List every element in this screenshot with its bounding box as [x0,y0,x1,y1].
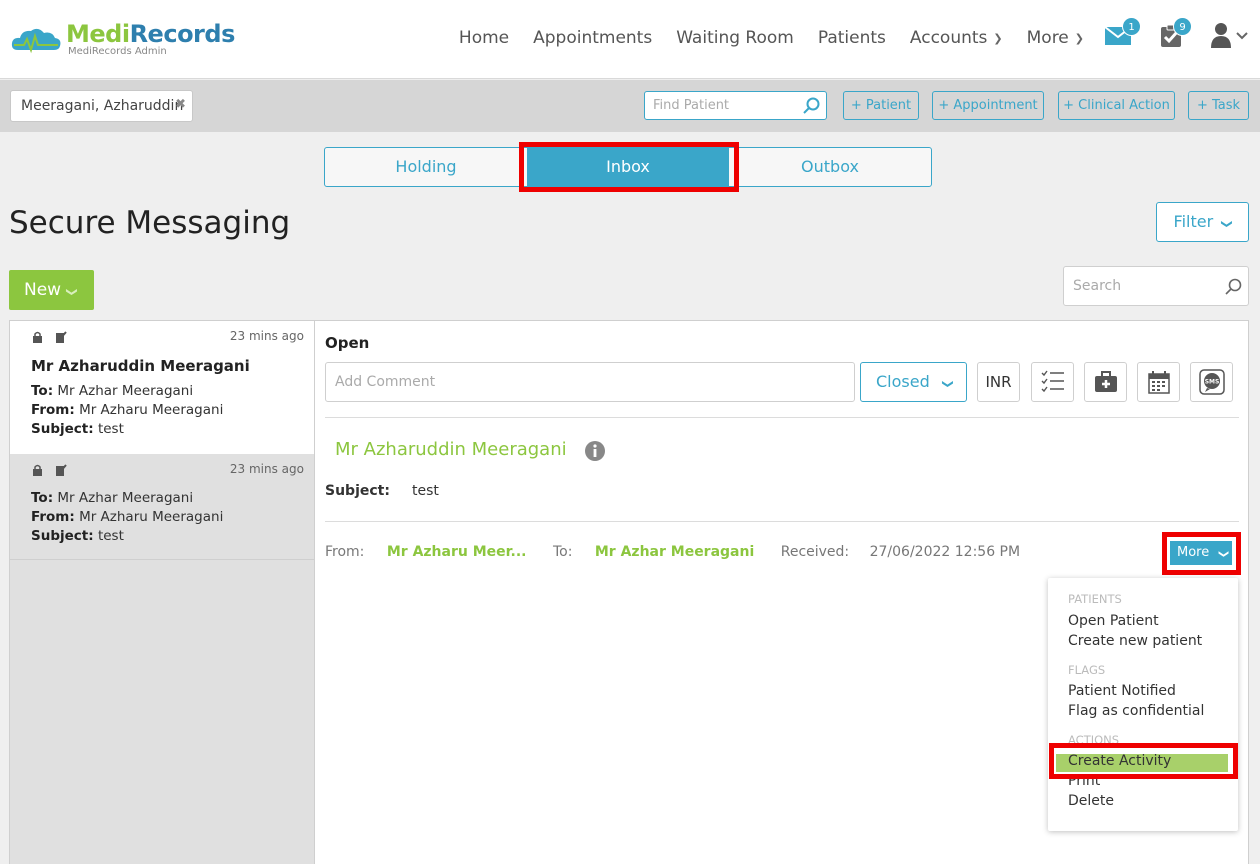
message-subject-row: Subject: test [325,483,439,499]
user-menu[interactable] [1210,22,1250,52]
menu-item-flag-confidential[interactable]: Flag as confidential [1068,703,1204,719]
filter-button[interactable]: Filter ❯ [1156,202,1249,242]
message-list-item[interactable]: 23 mins ago Mr Azharuddin Meeragani To: … [10,321,314,454]
message-to: To: Mr Azhar Meeragani [31,383,194,399]
message-subject: Subject: test [31,421,124,437]
message-from: From: Mr Azharu Meeragani [31,509,224,525]
menu-item-open-patient[interactable]: Open Patient [1068,613,1159,629]
message-subject: Subject: test [31,528,124,544]
mail-button[interactable]: 1 [1104,17,1141,50]
info-icon[interactable] [585,441,605,461]
message-sender: Mr Azharuddin Meeragani [31,357,250,375]
message-meta-row: From: Mr Azharu Meer... To: Mr Azhar Mee… [325,544,1021,560]
lock-icon [33,464,42,476]
add-task-button[interactable]: + Task [1188,91,1249,120]
tab-inbox[interactable]: Inbox [527,148,729,186]
close-icon[interactable]: ✖ [175,97,186,112]
menu-section-patients: PATIENTS [1068,592,1122,606]
mailbox-tabs: Holding Inbox Outbox [324,147,932,187]
lock-icon [33,331,42,343]
current-patient-name: Meeragani, Azharuddin [21,98,184,114]
menu-section-actions: ACTIONS [1068,733,1120,747]
message-search-field[interactable] [1063,266,1249,306]
message-to: To: Mr Azhar Meeragani [31,490,194,506]
medical-kit-icon [1094,371,1117,392]
checklist-icon [1041,370,1064,393]
menu-item-create-new-patient[interactable]: Create new patient [1068,633,1202,649]
current-patient-chip[interactable]: Meeragani, Azharuddin ✖ [10,90,193,122]
add-patient-button[interactable]: + Patient [843,91,919,120]
status-dropdown-button[interactable]: Closed ❯ [860,362,967,402]
more-actions-menu: PATIENTS Open Patient Create new patient… [1048,578,1238,831]
chevron-down-icon: ❯ [1218,549,1230,559]
cloud-logo-icon [11,28,61,53]
message-search-input[interactable] [1073,278,1223,294]
chevron-down-icon: ❯ [1074,31,1084,45]
nav-home[interactable]: Home [459,28,509,48]
sms-icon: SMS [1198,369,1225,395]
nav-appointments[interactable]: Appointments [533,28,652,48]
svg-text:SMS: SMS [1204,379,1219,386]
tasks-count-badge: 9 [1173,17,1192,36]
divider [325,417,1239,418]
divider [325,521,1239,522]
to-link[interactable]: Mr Azhar Meeragani [595,544,754,560]
calendar-button[interactable] [1137,362,1180,402]
nav-waiting-room[interactable]: Waiting Room [676,28,794,48]
message-from: From: Mr Azharu Meeragani [31,402,224,418]
add-appointment-button[interactable]: + Appointment [932,91,1044,120]
app-subtitle: MediRecords Admin [68,46,167,57]
nav-patients[interactable]: Patients [818,28,886,48]
find-patient-input[interactable] [653,98,803,113]
menu-item-delete[interactable]: Delete [1068,793,1114,809]
medirecords-logo[interactable]: MediRecords MediRecords Admin [10,22,235,57]
message-time: 23 mins ago [229,329,304,343]
menu-section-flags: FLAGS [1068,663,1106,677]
message-status-label: Open [325,334,370,352]
main-nav: Home Appointments Waiting Room Patients … [435,28,1084,48]
menu-item-print[interactable]: Print [1068,773,1100,789]
message-time: 23 mins ago [229,462,304,476]
tab-holding[interactable]: Holding [325,148,527,186]
sms-button[interactable]: SMS [1190,362,1233,402]
app-name: MediRecords [66,20,235,48]
user-icon [1211,23,1248,48]
nav-accounts[interactable]: Accounts ❯ [910,28,1003,48]
chevron-down-icon: ❯ [993,31,1003,45]
new-message-button[interactable]: New ❯ [9,270,94,310]
document-edit-icon [56,464,67,476]
message-list: 23 mins ago Mr Azharuddin Meeragani To: … [9,320,315,864]
top-navbar: MediRecords MediRecords Admin Home Appoi… [0,0,1260,79]
from-link[interactable]: Mr Azharu Meer... [387,544,527,560]
menu-item-create-activity[interactable]: Create Activity [1068,753,1171,769]
received-date: 27/06/2022 12:56 PM [869,544,1021,560]
chevron-down-icon: ❯ [941,379,955,389]
mail-count-badge: 1 [1122,17,1141,36]
medical-kit-button[interactable] [1084,362,1127,402]
patient-name-link[interactable]: Mr Azharuddin Meeragani [335,439,567,460]
add-comment-field[interactable] [325,362,855,402]
menu-item-patient-notified[interactable]: Patient Notified [1068,683,1176,699]
add-comment-input[interactable] [335,374,835,390]
chevron-down-icon: ❯ [1220,219,1234,229]
message-list-item[interactable]: 23 mins ago To: Mr Azhar Meeragani From:… [10,454,314,560]
patient-context-bar: Meeragani, Azharuddin ✖ + Patient + Appo… [0,80,1260,132]
search-icon[interactable] [1225,278,1243,296]
inr-button[interactable]: INR [977,362,1020,402]
chevron-down-icon: ❯ [65,287,79,297]
checklist-button[interactable] [1031,362,1074,402]
search-icon[interactable] [803,97,821,115]
more-actions-button[interactable]: More ❯ [1170,541,1232,565]
find-patient-field[interactable] [644,91,827,120]
document-edit-icon [56,331,67,343]
calendar-icon [1147,371,1170,394]
tasks-button[interactable]: 9 [1159,17,1192,52]
add-clinical-action-button[interactable]: + Clinical Action [1058,91,1175,120]
nav-more[interactable]: More ❯ [1027,28,1084,48]
tab-outbox[interactable]: Outbox [729,148,931,186]
page-title: Secure Messaging [9,205,291,241]
